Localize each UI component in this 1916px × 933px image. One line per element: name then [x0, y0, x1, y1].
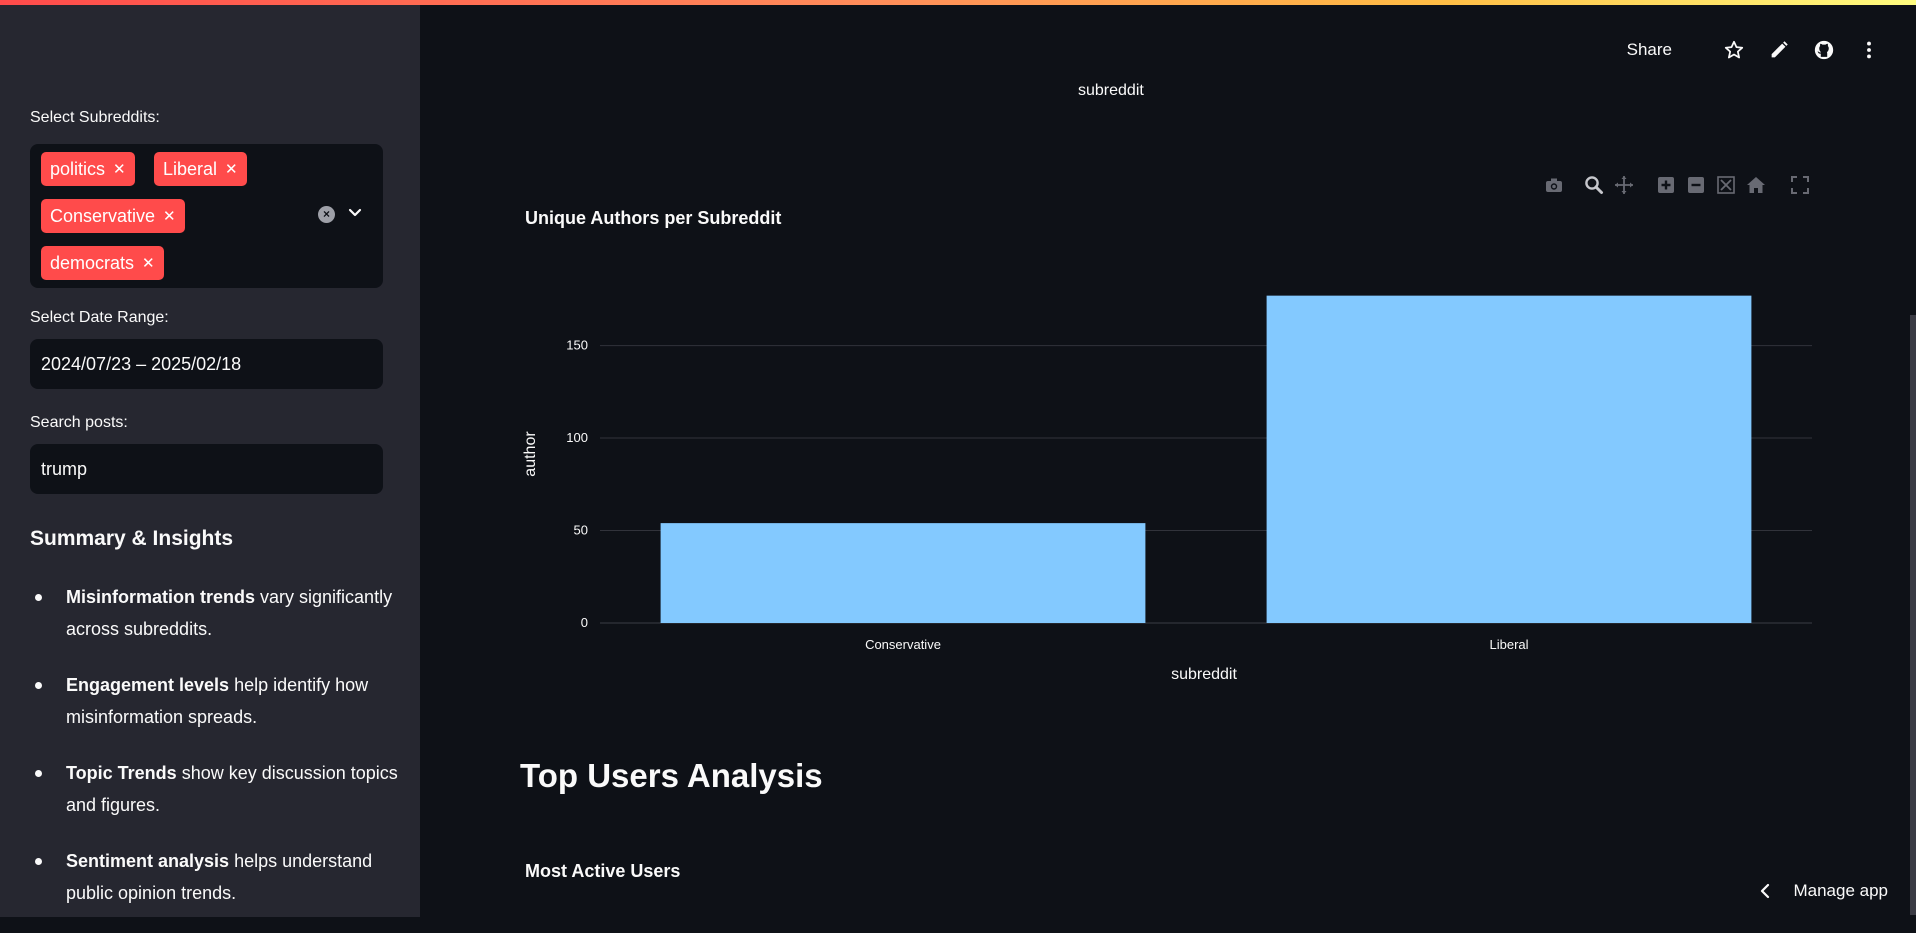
chevron-left-icon — [1761, 883, 1770, 899]
manage-app-label: Manage app — [1793, 881, 1888, 900]
x-tick-label: Conservative — [865, 637, 941, 652]
insight-bold: Sentiment analysis — [66, 851, 230, 871]
manage-app-button[interactable]: Manage app — [1759, 881, 1888, 901]
bullet-icon — [35, 594, 42, 601]
chip-label: politics — [50, 158, 106, 179]
y-tick-label: 50 — [574, 523, 588, 538]
bullet-icon — [35, 770, 42, 777]
chip-democrats: democrats ✕ — [41, 246, 164, 280]
chip-label: democrats — [50, 252, 135, 273]
chip-conservative: Conservative ✕ — [41, 199, 185, 233]
chip-remove-icon[interactable]: ✕ — [113, 162, 126, 177]
insight-bold: Misinformation trends — [66, 587, 256, 607]
top-decoration-stripe — [0, 0, 1916, 5]
subreddits-label: Select Subreddits: — [30, 109, 160, 126]
search-input[interactable]: trump — [30, 444, 383, 494]
sidebar: Select Subreddits: politics ✕ Liberal ✕ … — [0, 5, 420, 917]
list-item: Engagement levels help identify how misi… — [30, 669, 400, 733]
list-item: Misinformation trends vary significantly… — [30, 581, 400, 645]
chip-liberal: Liberal ✕ — [154, 152, 247, 186]
bar-conservative[interactable] — [660, 523, 1146, 623]
chart-bars — [660, 295, 1752, 623]
date-range-input[interactable]: 2024/07/23 – 2025/02/18 — [30, 339, 383, 389]
chip-remove-icon[interactable]: ✕ — [225, 162, 238, 177]
chip-remove-icon[interactable]: ✕ — [142, 256, 155, 271]
chip-label: Liberal — [163, 158, 218, 179]
summary-heading: Summary & Insights — [30, 527, 234, 550]
insight-bold: Engagement levels — [66, 675, 230, 695]
y-tick-label: 100 — [566, 430, 588, 445]
bullet-icon — [35, 858, 42, 865]
bullet-icon — [35, 682, 42, 689]
chevron-down-icon[interactable] — [346, 204, 364, 222]
sub-heading: Most Active Users — [525, 861, 681, 881]
chip-politics: politics ✕ — [41, 152, 135, 186]
clear-all-icon[interactable]: × — [318, 206, 335, 223]
insights-list: Misinformation trends vary significantly… — [30, 581, 400, 933]
y-tick-label: 150 — [566, 338, 588, 353]
y-axis-title: author — [522, 431, 539, 477]
y-tick-label: 0 — [581, 615, 588, 630]
bar-liberal[interactable] — [1266, 295, 1752, 623]
date-range-label: Select Date Range: — [30, 309, 169, 326]
x-axis-title: subreddit — [1171, 666, 1237, 683]
section-heading: Top Users Analysis — [520, 757, 823, 794]
chip-label: Conservative — [50, 205, 156, 226]
scrollbar[interactable] — [1910, 315, 1916, 915]
x-tick-label: Liberal — [1489, 637, 1528, 652]
list-item: Topic Trends show key discussion topics … — [30, 757, 400, 821]
list-item: Sentiment analysis helps understand publ… — [30, 845, 400, 909]
chip-remove-icon[interactable]: ✕ — [163, 209, 176, 224]
insight-bold: Topic Trends — [66, 763, 177, 783]
subreddit-multiselect[interactable]: politics ✕ Liberal ✕ Conservative ✕ demo… — [30, 144, 383, 288]
main-content: Share subreddit Unique Authors per Subre… — [420, 5, 1916, 917]
search-posts-label: Search posts: — [30, 414, 128, 431]
